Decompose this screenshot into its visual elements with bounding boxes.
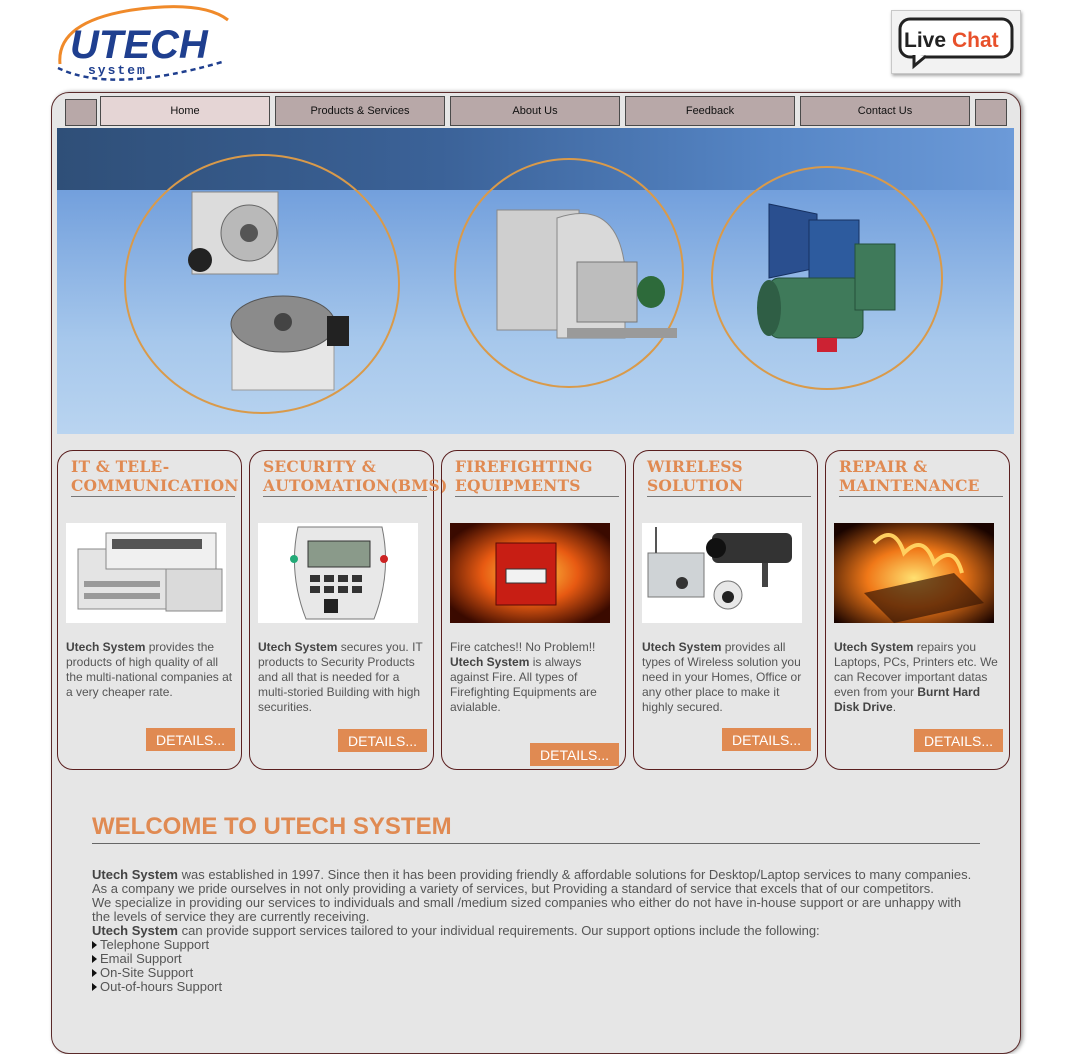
card-title-line1: REPAIR & [839,457,928,476]
welcome-heading: WELCOME TO UTECH SYSTEM [92,813,980,844]
card-title: REPAIR & MAINTENANCE [839,457,1003,497]
card-title-line1: WIRELESS [647,457,743,476]
card-title-line1: FIREFIGHTING [455,457,593,476]
bullet-arrow-icon [92,969,97,977]
card-title-line2: SOLUTION [647,476,744,495]
card-title-line2: EQUIPMENTS [455,476,581,495]
nav-left-cap [65,99,97,126]
nav-feedback[interactable]: Feedback [625,96,795,126]
card-tail-text: . [892,700,897,714]
support-option: On-Site Support [100,965,194,980]
nav-right-cap [975,99,1007,126]
card-description: Utech System provides the products of hi… [66,640,236,700]
details-button-firefighting[interactable]: DETAILS... [530,743,619,766]
card-description: Utech System secures you. IT products to… [258,640,428,715]
list-item: Telephone Support [92,938,980,952]
bullet-arrow-icon [92,983,97,991]
nav-about-us[interactable]: About Us [450,96,620,126]
fire-alarm-image [450,523,610,623]
card-lead-text: Fire catches!! No Problem!! [450,640,596,654]
bullet-arrow-icon [92,955,97,963]
list-item: Out-of-hours Support [92,980,980,994]
welcome-paragraph-4: can provide support services tailored to… [177,923,820,938]
welcome-paragraph-2: As a company we pride ourselves in not o… [92,881,934,896]
service-card-wireless: WIRELESS SOLUTION Utech System provides a… [633,450,818,770]
welcome-text: Utech System was established in 1997. Si… [92,868,980,938]
nav-home[interactable]: Home [100,96,270,126]
support-option: Telephone Support [100,937,210,952]
card-title-line1: IT & TELE- [71,457,170,476]
list-item: Email Support [92,952,980,966]
card-brand: Utech System [834,640,914,654]
nav-contact-us[interactable]: Contact Us [800,96,970,126]
card-title-line2: COMMUNICATION [71,476,239,495]
service-card-security: SECURITY & AUTOMATION(BMS) Utech System s… [249,450,447,770]
support-options-list: Telephone Support Email Support On-Site … [92,938,980,994]
livechat-chat-text: Chat [952,29,999,52]
utech-logo[interactable]: UTECH system [52,2,234,88]
nav-products-services[interactable]: Products & Services [275,96,445,126]
card-brand: Utech System [642,640,722,654]
card-title-line2: MAINTENANCE [839,476,980,495]
support-option: Email Support [100,951,182,966]
service-card-repair: REPAIR & MAINTENANCE Utech System repairs… [825,450,1010,770]
card-description: Utech System repairs you Laptops, PCs, P… [834,640,1004,715]
logo-subtext: system [88,63,147,78]
card-title-line2: AUTOMATION(BMS) [263,476,448,495]
card-title: FIREFIGHTING EQUIPMENTS [455,457,619,497]
list-item: On-Site Support [92,966,980,980]
service-card-firefighting: FIREFIGHTING EQUIPMENTS Fire catches!! No… [441,450,626,770]
livechat-button[interactable]: Live Chat [891,10,1021,74]
card-title-line1: SECURITY & [263,457,376,476]
card-title: WIRELESS SOLUTION [647,457,811,497]
card-brand: Utech System [258,640,338,654]
burning-laptop-image [834,523,994,623]
details-button-it-telecom[interactable]: DETAILS... [146,728,235,751]
banner-product-images [188,191,896,391]
welcome-brand: Utech System [92,923,178,938]
details-button-security[interactable]: DETAILS... [338,729,427,752]
card-brand: Utech System [66,640,146,654]
photocopier-image [66,523,226,623]
welcome-paragraph-1: was established in 1997. Since then it h… [177,867,972,882]
welcome-paragraph-3: We specialize in providing our services … [92,895,962,924]
card-title: IT & TELE- COMMUNICATION [71,457,238,497]
welcome-section: WELCOME TO UTECH SYSTEM Utech System was… [92,813,980,994]
card-description: Fire catches!! No Problem!! Utech System … [450,640,620,715]
card-brand: Utech System [450,655,530,669]
card-title: SECURITY & AUTOMATION(BMS) [263,457,447,497]
card-description: Utech System provides all types of Wirel… [642,640,812,715]
support-option: Out-of-hours Support [100,979,223,994]
welcome-brand: Utech System [92,867,178,882]
security-cameras-image [642,523,802,623]
logo-text: UTECH [70,23,209,67]
service-card-it-telecom: IT & TELE- COMMUNICATION Utech System pro… [57,450,242,770]
details-button-wireless[interactable]: DETAILS... [722,728,811,751]
access-control-keypad-image [258,523,418,623]
livechat-live-text: Live [904,29,946,52]
hero-banner [57,128,1014,434]
bullet-arrow-icon [92,941,97,949]
details-button-repair[interactable]: DETAILS... [914,729,1003,752]
